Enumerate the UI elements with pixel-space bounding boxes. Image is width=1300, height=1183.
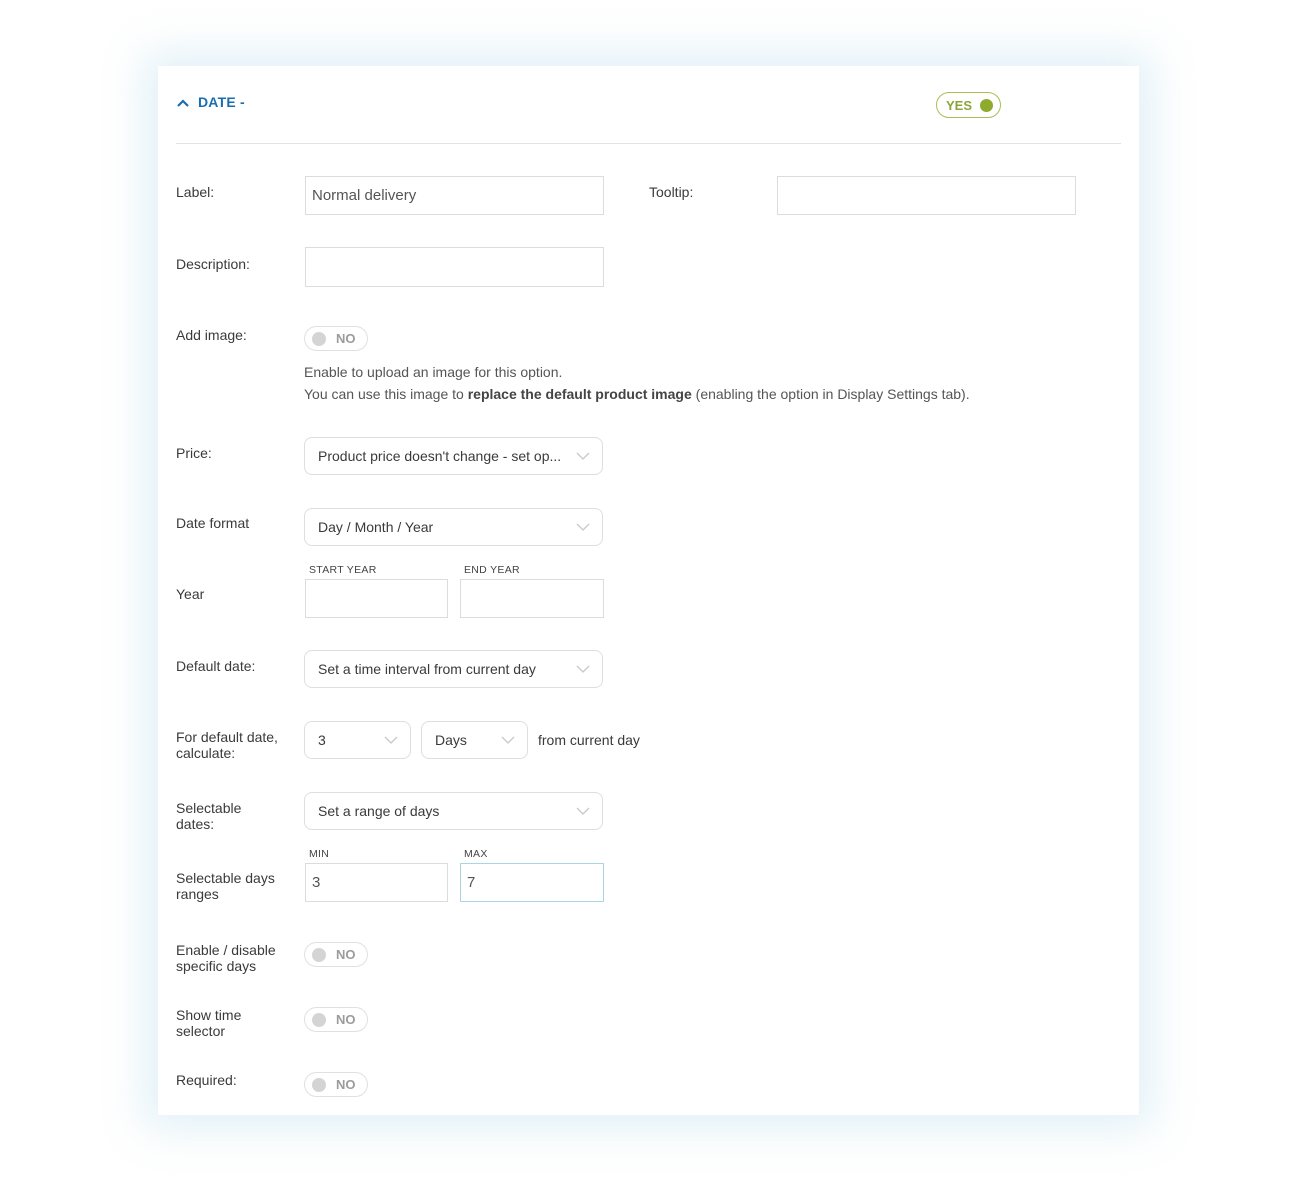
label-input[interactable]: Normal delivery: [305, 176, 604, 215]
toggle-knob: [312, 1013, 326, 1027]
toggle-knob: [980, 98, 993, 112]
date-option-panel: DATE - YES Label: Normal delivery Toolti…: [158, 66, 1139, 1115]
label-line-1: Enable / disable: [176, 942, 276, 958]
label-line-2: ranges: [176, 886, 219, 902]
label-line-2: selector: [176, 1023, 226, 1039]
selectable-dates-label: Selectable dates:: [176, 800, 241, 832]
required-toggle[interactable]: NO: [304, 1072, 368, 1097]
specific-days-toggle[interactable]: NO: [304, 942, 368, 967]
toggle-knob: [312, 1078, 326, 1092]
toggle-label: YES: [946, 98, 973, 113]
max-days-input[interactable]: 7: [460, 863, 604, 902]
toggle-label: NO: [336, 1077, 356, 1092]
tooltip-input[interactable]: [777, 176, 1076, 215]
default-date-select[interactable]: Set a time interval from current day: [304, 650, 603, 688]
label-line-1: Selectable: [176, 800, 242, 816]
max-days-value: 7: [467, 874, 476, 891]
toggle-label: NO: [336, 947, 356, 962]
label-field-label: Label:: [176, 184, 215, 200]
time-selector-toggle[interactable]: NO: [304, 1007, 368, 1032]
label-line-2: calculate:: [176, 745, 236, 761]
date-format-label: Date format: [176, 515, 250, 531]
default-date-selected: Set a time interval from current day: [318, 661, 536, 677]
section-title[interactable]: DATE -: [198, 94, 245, 110]
year-label: Year: [176, 586, 205, 602]
price-label: Price:: [176, 445, 212, 461]
days-ranges-label: Selectable days ranges: [176, 870, 275, 902]
chevron-down-icon: [576, 807, 590, 815]
label-line-2: dates:: [176, 816, 215, 832]
price-select[interactable]: Product price doesn't change - set op...: [304, 437, 603, 475]
help-line-1: Enable to upload an image for this optio…: [304, 364, 563, 380]
max-label: MAX: [464, 848, 488, 860]
date-format-selected: Day / Month / Year: [318, 519, 434, 535]
price-selected: Product price doesn't change - set op...: [318, 448, 562, 464]
default-calc-amount-select[interactable]: 3: [304, 721, 411, 759]
label-line-1: For default date,: [176, 729, 278, 745]
tooltip-field-label: Tooltip:: [649, 184, 694, 200]
default-date-label: Default date:: [176, 658, 256, 674]
toggle-knob: [312, 948, 326, 962]
min-days-value: 3: [312, 874, 321, 891]
chevron-down-icon: [576, 665, 590, 673]
add-image-label: Add image:: [176, 327, 247, 343]
section-header: DATE - YES: [176, 66, 1121, 144]
default-calc-suffix: from current day: [538, 732, 640, 748]
start-year-label: START YEAR: [309, 564, 377, 576]
chevron-down-icon: [576, 523, 590, 531]
time-selector-label: Show time selector: [176, 1007, 241, 1039]
section-enabled-toggle[interactable]: YES: [936, 92, 1001, 118]
amount-selected: 3: [318, 732, 326, 748]
chevron-down-icon: [501, 736, 515, 744]
add-image-help: Enable to upload an image for this optio…: [304, 361, 970, 405]
label-line-1: Show time: [176, 1007, 242, 1023]
unit-selected: Days: [435, 732, 467, 748]
chevron-down-icon: [576, 452, 590, 460]
specific-days-label: Enable / disable specific days: [176, 942, 276, 974]
selectable-dates-select[interactable]: Set a range of days: [304, 792, 603, 830]
label-input-value: Normal delivery: [312, 187, 417, 204]
help-bold: replace the default product image: [467, 386, 692, 402]
required-label: Required:: [176, 1072, 237, 1088]
toggle-label: NO: [336, 331, 356, 346]
chevron-down-icon: [384, 736, 398, 744]
start-year-input[interactable]: [305, 579, 448, 618]
help-suffix: (enabling the option in Display Settings…: [691, 386, 970, 402]
default-calc-unit-select[interactable]: Days: [421, 721, 528, 759]
help-prefix: You can use this image to: [304, 386, 468, 402]
description-input[interactable]: [305, 247, 604, 287]
label-line-2: specific days: [176, 958, 257, 974]
min-label: MIN: [309, 848, 330, 860]
end-year-label: END YEAR: [464, 564, 520, 576]
description-field-label: Description:: [176, 256, 250, 272]
min-days-input[interactable]: 3: [305, 863, 448, 902]
toggle-label: NO: [336, 1012, 356, 1027]
date-format-select[interactable]: Day / Month / Year: [304, 508, 603, 546]
end-year-input[interactable]: [460, 579, 604, 618]
help-line-2: You can use this image to replace the de…: [304, 383, 970, 405]
toggle-knob: [312, 332, 326, 346]
add-image-toggle[interactable]: NO: [304, 326, 368, 351]
selectable-dates-selected: Set a range of days: [318, 803, 440, 819]
default-calc-label: For default date, calculate:: [176, 729, 278, 761]
chevron-up-icon[interactable]: [176, 96, 190, 110]
label-line-1: Selectable days: [176, 870, 275, 886]
